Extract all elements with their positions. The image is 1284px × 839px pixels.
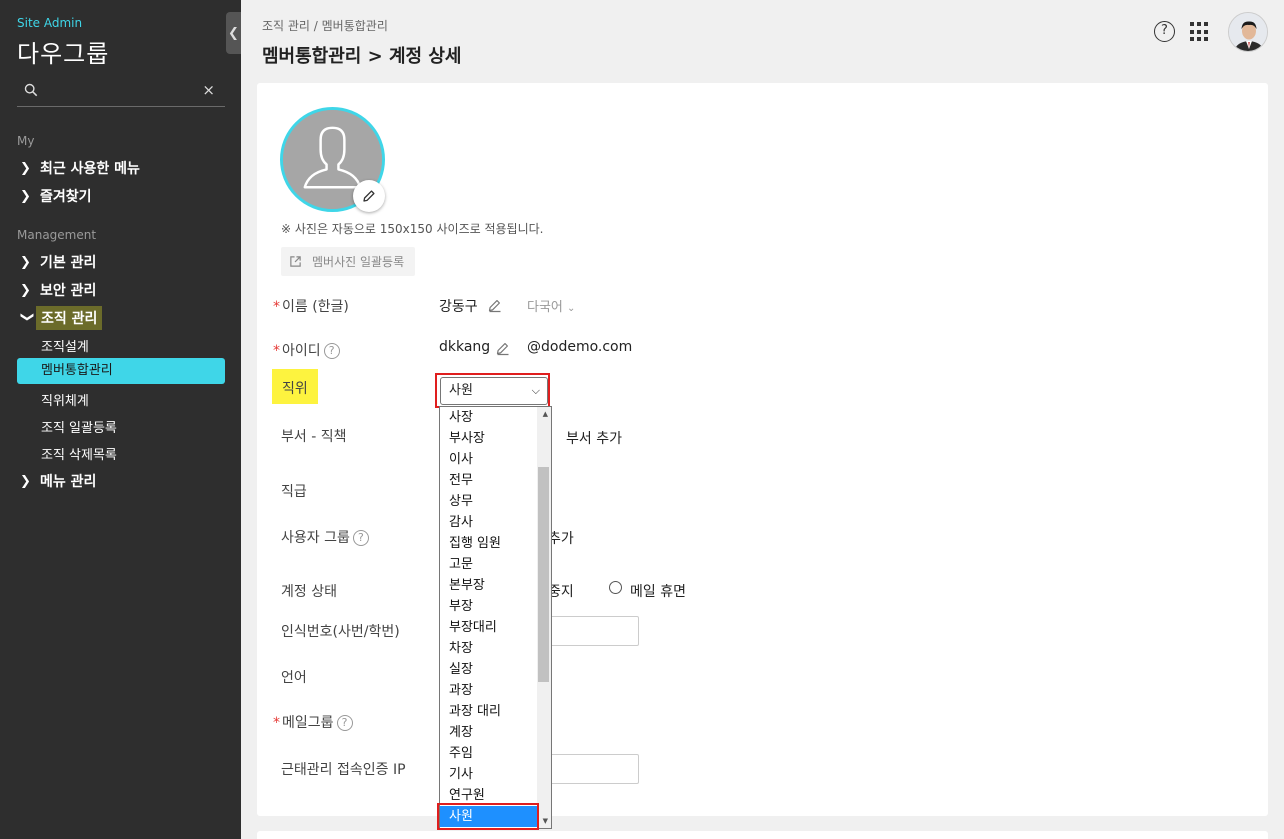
dropdown-option[interactable]: 감사	[440, 512, 551, 533]
nav-favorites[interactable]: ❯ 즐겨찾기	[20, 184, 92, 208]
dropdown-option[interactable]: 부장대리	[440, 617, 551, 638]
nav-org-mgmt[interactable]: ❯ 조직 관리	[19, 306, 103, 330]
nav-label: 조직 관리	[36, 306, 103, 330]
chevron-right-icon: ❯	[20, 473, 31, 489]
site-admin-label: Site Admin	[17, 16, 83, 30]
sub-member-mgmt[interactable]: 멤버통합관리	[17, 358, 225, 384]
nav-basic-mgmt[interactable]: ❯ 기본 관리	[20, 250, 96, 274]
dropdown-option[interactable]: 부사장	[440, 428, 551, 449]
domain-value: @dodemo.com	[527, 339, 633, 355]
scroll-down-icon[interactable]: ▼	[543, 817, 548, 825]
bulk-photo-label: 멤버사진 일괄등록	[312, 255, 405, 269]
photo-note: ※ 사진은 자동으로 150x150 사이즈로 적용됩니다.	[281, 222, 544, 236]
dropdown-option[interactable]: 사원	[440, 806, 537, 827]
chevron-right-icon: ❯	[20, 282, 31, 298]
dropdown-option[interactable]: 과장	[440, 680, 551, 701]
help-icon[interactable]: ?	[352, 530, 369, 546]
sub-org-bulk-register[interactable]: 조직 일괄등록	[41, 417, 117, 436]
user-group-label: 사용자 그룹?	[281, 527, 369, 547]
avatar[interactable]	[1228, 12, 1268, 52]
dropdown-option[interactable]: 주임	[440, 743, 551, 764]
dropdown-option[interactable]: 기사	[440, 764, 551, 785]
dropdown-option[interactable]: 과장 대리	[440, 701, 551, 722]
help-icon[interactable]: ?	[323, 343, 340, 359]
language-label: 언어	[281, 670, 307, 686]
scroll-up-icon[interactable]: ▲	[543, 410, 548, 418]
name-label: * 이름 (한글)	[273, 299, 349, 315]
nav-menu-mgmt[interactable]: ❯ 메뉴 관리	[20, 469, 96, 493]
sidebar-collapse-button[interactable]: ❮	[226, 12, 241, 54]
dept-add-button[interactable]: 부서 추가	[566, 428, 622, 448]
apps-grid-icon[interactable]	[1190, 22, 1210, 42]
nav-label: 보안 관리	[40, 283, 97, 299]
dropdown-option[interactable]: 연구원	[440, 785, 551, 806]
dropdown-option[interactable]: 본부장	[440, 575, 551, 596]
status-dormant-radio[interactable]	[609, 581, 622, 594]
ip-label: 근태관리 접속인증 IP	[281, 762, 406, 778]
scrollbar-thumb[interactable]	[538, 467, 549, 682]
chevron-right-icon: ❯	[20, 160, 31, 176]
account-status-label: 계정 상태	[281, 584, 337, 600]
position-select[interactable]: 사원 ⌵	[440, 377, 548, 405]
employee-no-label: 인식번호(사번/학번)	[281, 624, 400, 640]
dropdown-option[interactable]: 집행 임원	[440, 533, 551, 554]
breadcrumb: 조직 관리 / 멤버통합관리	[262, 19, 388, 33]
dropdown-option[interactable]: 상무	[440, 491, 551, 512]
account-detail-card	[257, 83, 1268, 816]
sub-org-design[interactable]: 조직설계	[41, 336, 89, 355]
dropdown-option[interactable]: 전무	[440, 470, 551, 491]
nav-security-mgmt[interactable]: ❯ 보안 관리	[20, 278, 96, 302]
edit-photo-button[interactable]	[353, 180, 385, 212]
secondary-card	[257, 831, 1268, 839]
dropdown-option[interactable]: 차장	[440, 638, 551, 659]
dropdown-option[interactable]: 고문	[440, 554, 551, 575]
dropdown-option[interactable]: 실장	[440, 659, 551, 680]
dropdown-option[interactable]: 사장	[440, 407, 551, 428]
bulk-photo-register-button[interactable]: 멤버사진 일괄등록	[281, 247, 415, 276]
chevron-down-icon: ❯	[19, 311, 35, 322]
page-title: 멤버통합관리 > 계정 상세	[262, 46, 462, 67]
id-value: dkkang	[439, 339, 491, 355]
external-link-icon	[290, 256, 301, 267]
chevron-right-icon: ❯	[20, 254, 31, 270]
org-name: 다우그룹	[17, 40, 110, 68]
edit-id-icon[interactable]	[495, 340, 511, 356]
section-my: My	[17, 134, 35, 148]
dropdown-option[interactable]: 계장	[440, 722, 551, 743]
id-label: * 아이디?	[273, 340, 340, 360]
position-dropdown-list[interactable]: 사장 부사장 이사 전무 상무 감사 집행 임원 고문 본부장 부장 부장대리 차장 실장 과장 과장 대리…	[439, 406, 552, 829]
grade-label: 직급	[281, 484, 307, 500]
multilang-select[interactable]: 다국어 ⌄	[527, 296, 575, 315]
dept-label: 부서 - 직책	[281, 429, 347, 445]
scrollbar[interactable]: ▲ ▼	[537, 407, 551, 828]
pencil-icon	[363, 190, 375, 202]
name-value: 강동구	[439, 299, 478, 315]
dropdown-option[interactable]: 이사	[440, 449, 551, 470]
nav-label: 즐겨찾기	[40, 189, 92, 205]
chevron-down-icon: ⌵	[531, 384, 540, 397]
ip-input[interactable]	[549, 754, 639, 784]
help-icon[interactable]: ?	[1154, 21, 1175, 42]
status-dormant-label: 메일 휴면	[630, 584, 686, 600]
sidebar-search-input[interactable]: ×	[17, 80, 225, 107]
chevron-right-icon: ❯	[20, 188, 31, 204]
dropdown-option[interactable]: 부장	[440, 596, 551, 617]
help-icon[interactable]: ?	[336, 715, 353, 731]
edit-name-icon[interactable]	[487, 297, 503, 313]
sidebar: ❮ Site Admin 다우그룹 × My ❯ 최근 사용한 메뉴 ❯ 즐겨찾기 …	[0, 0, 241, 839]
position-label: 직위	[272, 369, 318, 404]
clear-icon[interactable]: ×	[202, 81, 215, 99]
nav-label: 최근 사용한 메뉴	[40, 161, 140, 177]
mail-group-label: * 메일그룹?	[273, 712, 353, 732]
chevron-down-icon: ⌄	[567, 303, 576, 314]
nav-label: 기본 관리	[40, 255, 97, 271]
nav-recent-menu[interactable]: ❯ 최근 사용한 메뉴	[20, 156, 140, 180]
section-management: Management	[17, 228, 97, 242]
search-icon	[24, 83, 38, 97]
sub-org-deleted-list[interactable]: 조직 삭제목록	[41, 444, 117, 463]
employee-no-input[interactable]	[549, 616, 639, 646]
sub-position-system[interactable]: 직위체계	[41, 390, 89, 409]
nav-label: 메뉴 관리	[40, 474, 97, 490]
user-photo-icon	[1229, 13, 1267, 51]
